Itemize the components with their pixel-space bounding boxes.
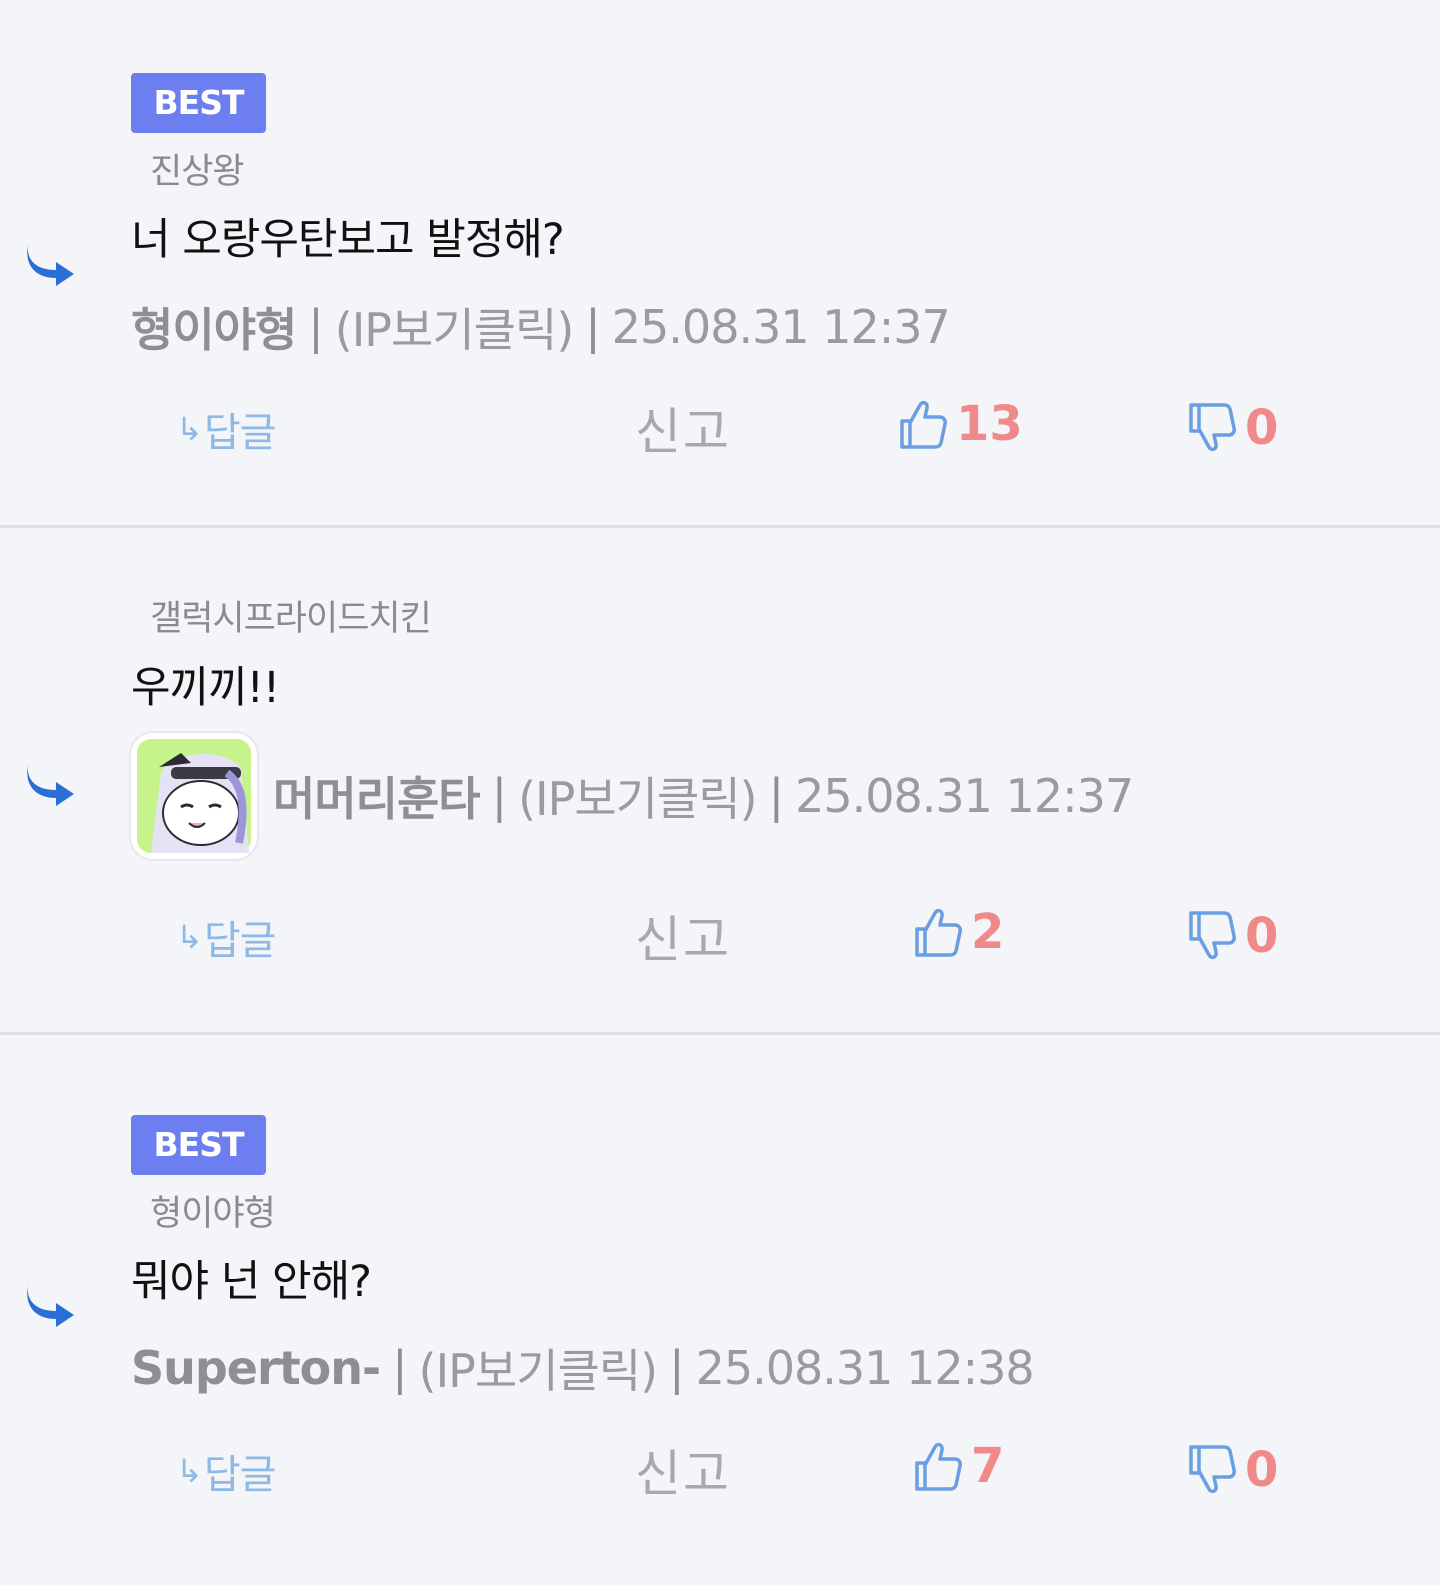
report-button[interactable]: 신고: [635, 392, 731, 464]
upvote-count: 7: [971, 1438, 1005, 1494]
upvote-button[interactable]: 13: [898, 396, 1023, 452]
meta-separator: |: [585, 300, 600, 354]
reply-arrow-icon: [27, 1285, 74, 1327]
downvote-count: 0: [1245, 400, 1279, 456]
anime-character-avatar-icon: [137, 739, 251, 853]
thumbs-up-icon: [915, 908, 962, 957]
parent-author: 진상왕: [150, 152, 245, 192]
thumbs-down-icon: [1189, 1445, 1236, 1494]
best-badge: BEST: [131, 1115, 266, 1175]
reply-button[interactable]: ↳ 답글: [176, 908, 277, 966]
meta-separator: |: [308, 300, 323, 354]
comment-datetime: 25.08.31 12:38: [695, 1341, 1035, 1395]
author-nickname[interactable]: 머머리훈타: [273, 763, 481, 829]
thumbs-down-icon: [1189, 911, 1236, 960]
report-button[interactable]: 신고: [635, 1434, 731, 1506]
best-badge: BEST: [131, 73, 266, 133]
upvote-count: 13: [956, 396, 1023, 452]
user-avatar[interactable]: [131, 733, 257, 859]
comment-meta: 형이야형 | (IP보기클릭) | 25.08.31 12:37: [131, 262, 951, 392]
parent-author: 갤럭시프라이드치킨: [150, 599, 432, 639]
meta-separator: |: [768, 769, 784, 823]
report-button[interactable]: 신고: [635, 900, 731, 972]
reply-arrow-icon: [27, 764, 74, 806]
reply-label: 답글: [203, 918, 277, 964]
comment-meta: Superton- | (IP보기클릭) | 25.08.31 12:38: [131, 1303, 1035, 1433]
reply-button[interactable]: ↳ 답글: [176, 400, 277, 458]
comment-item: BEST 진상왕 너 오랑우탄보고 발정해? 형이야형 | (IP보기클릭) |…: [0, 0, 1440, 528]
thumbs-up-icon: [900, 400, 947, 449]
upvote-button[interactable]: 2: [913, 904, 1004, 960]
comment-item: 갤럭시프라이드치킨 우끼끼!! 머머리훈타 | (IP보기클릭) | 25.08…: [0, 528, 1440, 1034]
thumbs-down-icon: [1189, 403, 1236, 452]
reply-small-arrow-icon: ↳: [176, 1452, 203, 1490]
upvote-count: 2: [971, 904, 1005, 960]
downvote-button[interactable]: 0: [1187, 1442, 1278, 1498]
comment-item: BEST 형이야형 뭐야 넌 안해? Superton- | (IP보기클릭) …: [0, 1035, 1440, 1585]
ip-link[interactable]: (IP보기클릭): [518, 763, 757, 829]
reply-label: 답글: [203, 410, 277, 456]
thumbs-up-icon: [915, 1442, 962, 1491]
downvote-button[interactable]: 0: [1187, 908, 1278, 964]
meta-separator: |: [669, 1341, 684, 1395]
comment-datetime: 25.08.31 12:37: [795, 769, 1134, 823]
reply-label: 답글: [203, 1452, 277, 1498]
reply-small-arrow-icon: ↳: [176, 410, 203, 448]
downvote-button[interactable]: 0: [1187, 400, 1278, 456]
downvote-count: 0: [1245, 908, 1279, 964]
comment-meta: 머머리훈타 | (IP보기클릭) | 25.08.31 12:37: [131, 731, 1134, 861]
comment-datetime: 25.08.31 12:37: [611, 300, 951, 354]
comment-text: 우끼끼!!: [131, 663, 280, 713]
author-nickname[interactable]: 형이야형: [131, 294, 297, 360]
ip-link[interactable]: (IP보기클릭): [419, 1335, 658, 1401]
comment-text: 뭐야 넌 안해?: [131, 1257, 372, 1307]
comment-text: 너 오랑우탄보고 발정해?: [131, 215, 565, 265]
reply-arrow-icon: [27, 244, 74, 286]
reply-button[interactable]: ↳ 답글: [176, 1442, 277, 1500]
upvote-button[interactable]: 7: [913, 1438, 1004, 1494]
downvote-count: 0: [1245, 1442, 1279, 1498]
reply-small-arrow-icon: ↳: [176, 918, 203, 956]
meta-separator: |: [392, 1341, 407, 1395]
ip-link[interactable]: (IP보기클릭): [335, 294, 574, 360]
parent-author: 형이야형: [150, 1194, 276, 1234]
author-nickname[interactable]: Superton-: [131, 1341, 381, 1395]
meta-separator: |: [491, 769, 507, 823]
